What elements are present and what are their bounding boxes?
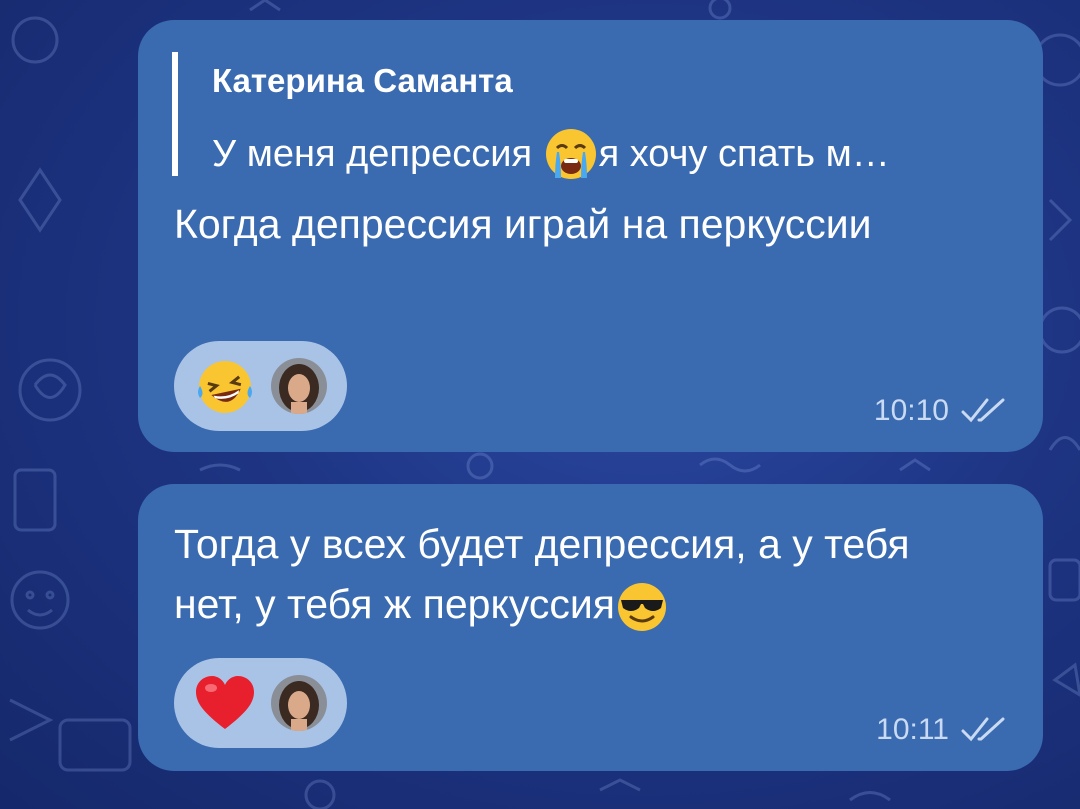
double-check-icon bbox=[961, 717, 1005, 742]
avatar-image bbox=[271, 675, 327, 731]
loudly-crying-face-icon bbox=[545, 129, 596, 179]
reply-text: У меня депрессия я хочу спать м… bbox=[212, 126, 890, 182]
avatar-image bbox=[271, 358, 327, 414]
message-time: 10:10 bbox=[873, 394, 949, 427]
message-meta: 10:11 bbox=[876, 713, 1007, 747]
message-time: 10:11 bbox=[876, 713, 949, 746]
rolling-on-the-floor-laughing-icon bbox=[198, 361, 252, 413]
message-text: Тогда у всех будет депрессия, а у тебя н… bbox=[174, 514, 974, 634]
red-heart-icon bbox=[196, 676, 254, 729]
reply-quote[interactable]: Катерина Саманта У меня депрессия я хочу… bbox=[172, 52, 1002, 179]
double-check-icon bbox=[961, 398, 1005, 423]
smiling-face-with-sunglasses-icon bbox=[618, 583, 666, 632]
reply-author: Катерина Саманта bbox=[212, 62, 513, 99]
message-text-content: Тогда у всех будет депрессия, а у тебя н… bbox=[174, 521, 910, 627]
reply-text-after: я хочу спать м… bbox=[598, 132, 890, 175]
message-text: Когда депрессия играй на перкуссии bbox=[174, 201, 872, 247]
reply-text-before: У меня депрессия bbox=[212, 132, 543, 175]
message-bubble[interactable]: Катерина Саманта У меня депрессия я хочу… bbox=[138, 20, 1043, 452]
avatar[interactable] bbox=[271, 675, 327, 731]
avatar[interactable] bbox=[271, 358, 327, 414]
reactions-pill[interactable] bbox=[174, 658, 347, 748]
message-meta: 10:10 bbox=[874, 394, 1007, 428]
reactions-pill[interactable] bbox=[174, 341, 347, 431]
message-bubble[interactable]: Тогда у всех будет депрессия, а у тебя н… bbox=[138, 484, 1043, 771]
